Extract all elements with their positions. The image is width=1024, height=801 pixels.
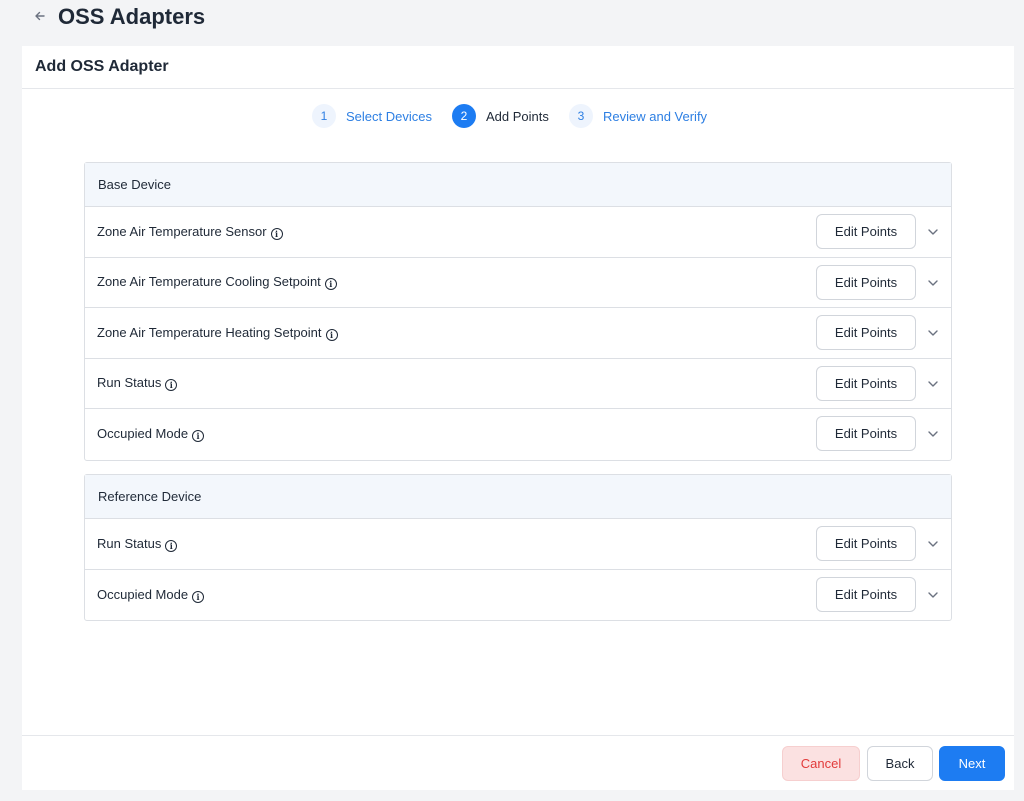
group-header: Base Device [85, 163, 951, 207]
step-label: Review and Verify [603, 108, 708, 124]
stepper: 1 Select Devices 2 Add Points 3 Review a… [22, 103, 1014, 129]
edit-points-button[interactable]: Edit Points [816, 264, 916, 300]
info-icon[interactable]: i [325, 328, 338, 341]
point-row: Run Status i Edit Points [85, 359, 951, 409]
base-device-group: Base Device Zone Air Temperature Sensor i… [84, 162, 952, 461]
point-label: Zone Air Temperature Heating Setpoint i [97, 325, 338, 341]
step-number: 2 [452, 104, 476, 128]
point-label: Run Status i [97, 536, 178, 552]
point-row: Zone Air Temperature Sensor i Edit Points [85, 207, 951, 258]
point-label: Zone Air Temperature Cooling Setpoint i [97, 274, 337, 291]
info-icon[interactable]: i [165, 539, 178, 552]
info-icon[interactable]: i [270, 227, 283, 240]
point-label: Occupied Mode i [97, 587, 205, 603]
point-label: Occupied Mode i [97, 426, 205, 443]
point-row: Zone Air Temperature Cooling Setpoint i E… [85, 258, 951, 308]
edit-points-button[interactable]: Edit Points [816, 214, 916, 249]
edit-points-button[interactable]: Edit Points [816, 315, 916, 350]
page-header: OSS Adapters [0, 0, 1024, 44]
edit-points-button[interactable]: Edit Points [816, 576, 916, 612]
info-icon[interactable]: i [192, 430, 205, 443]
edit-points-button[interactable]: Edit Points [816, 526, 916, 561]
info-icon[interactable]: i [192, 590, 205, 603]
cancel-button[interactable]: Cancel [782, 746, 860, 781]
chevron-down-icon[interactable] [926, 225, 940, 239]
point-row: Occupied Mode i Edit Points [85, 409, 951, 460]
reference-device-group: Reference Device Run Status i Edit Points… [84, 474, 952, 621]
step-select-devices[interactable]: 1 Select Devices [312, 103, 432, 129]
info-icon[interactable]: i [324, 278, 337, 291]
chevron-down-icon[interactable] [926, 377, 940, 391]
step-review-verify[interactable]: 3 Review and Verify [569, 103, 707, 129]
step-label: Select Devices [346, 108, 432, 124]
info-icon[interactable]: i [165, 379, 178, 392]
page-title: OSS Adapters [58, 4, 206, 29]
chevron-down-icon[interactable] [926, 537, 940, 551]
step-label: Add Points [486, 108, 549, 124]
point-label: Zone Air Temperature Sensor i [97, 224, 283, 240]
add-adapter-card: Add OSS Adapter 1 Select Devices 2 Add P… [22, 46, 1014, 790]
edit-points-button[interactable]: Edit Points [816, 365, 916, 401]
card-header: Add OSS Adapter [22, 46, 1014, 89]
chevron-down-icon[interactable] [926, 326, 940, 340]
step-number: 3 [569, 104, 593, 128]
group-header: Reference Device [85, 475, 951, 519]
next-button[interactable]: Next [939, 746, 1005, 781]
edit-points-button[interactable]: Edit Points [816, 416, 916, 451]
chevron-down-icon[interactable] [926, 276, 940, 290]
point-row: Zone Air Temperature Heating Setpoint i E… [85, 308, 951, 359]
point-row: Occupied Mode i Edit Points [85, 570, 951, 621]
point-label: Run Status i [97, 375, 178, 392]
card-footer: Cancel Back Next [22, 735, 1014, 790]
back-button[interactable]: Back [867, 746, 933, 781]
chevron-down-icon[interactable] [926, 588, 940, 602]
chevron-down-icon[interactable] [926, 427, 940, 441]
back-arrow-icon[interactable] [33, 8, 47, 24]
point-row: Run Status i Edit Points [85, 519, 951, 570]
step-add-points[interactable]: 2 Add Points [452, 103, 549, 129]
step-number: 1 [312, 104, 336, 128]
card-title: Add OSS Adapter [35, 58, 169, 75]
